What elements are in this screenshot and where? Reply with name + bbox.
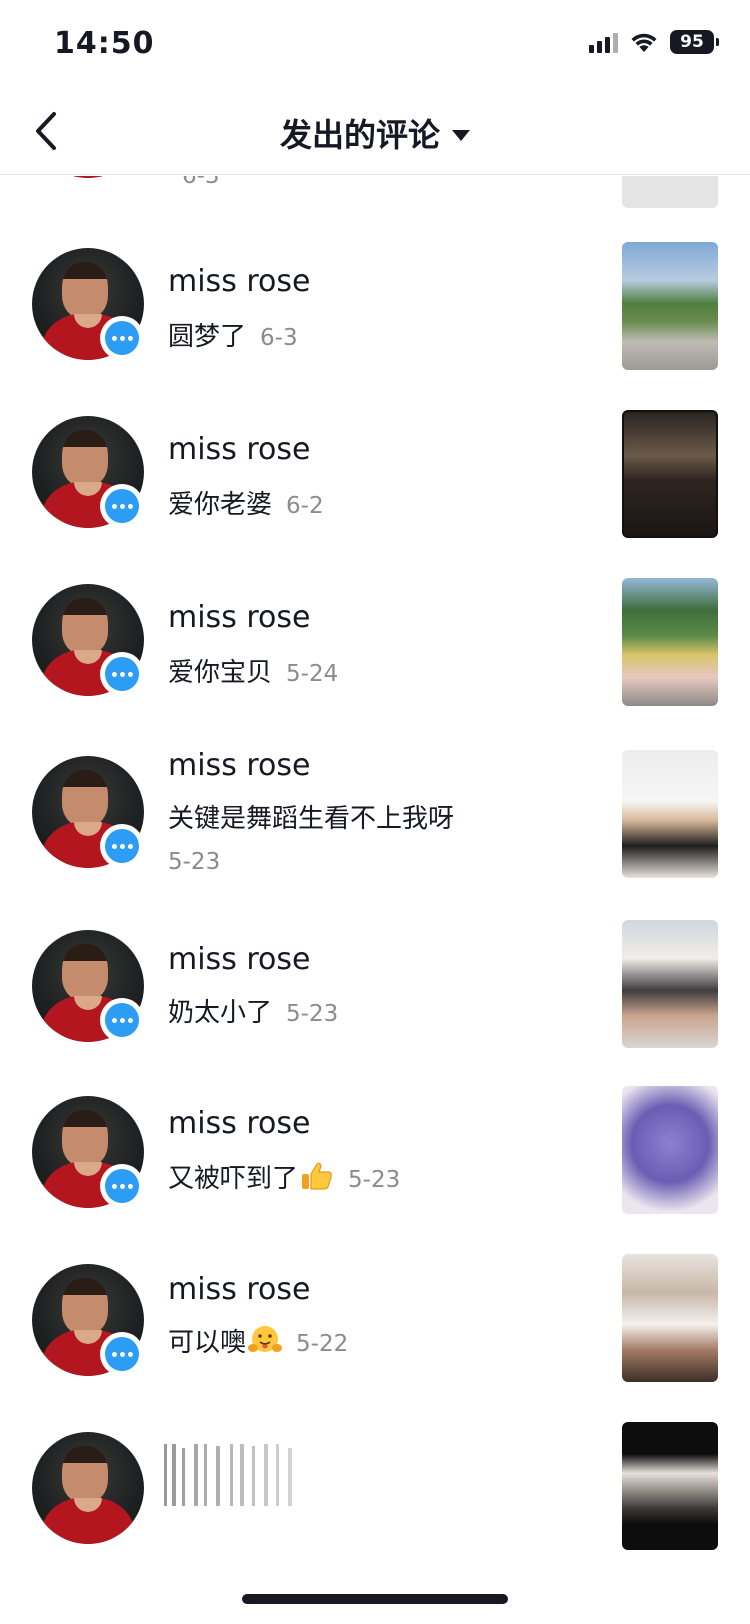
- comment-badge-icon: [100, 1332, 144, 1376]
- list-item[interactable]: miss rose 爱你宝贝 5-24: [0, 574, 750, 742]
- list-item[interactable]: 6-3: [0, 176, 750, 210]
- nav-bar: 发出的评论: [0, 90, 750, 175]
- status-bar: 14:50 95: [0, 0, 750, 90]
- comment-badge-icon: [100, 652, 144, 696]
- hug-face-icon: [248, 1324, 283, 1363]
- video-thumbnail[interactable]: [622, 920, 718, 1048]
- comment-date: 6-2: [286, 493, 324, 519]
- user-name[interactable]: miss rose: [168, 1106, 310, 1141]
- comment-date: 5-22: [296, 1331, 349, 1357]
- avatar[interactable]: [32, 1096, 144, 1208]
- thumbs-up-icon: [300, 1161, 334, 1198]
- comment-text: 爱你老婆 6-2: [168, 484, 324, 521]
- list-item[interactable]: miss rose 关键是舞蹈生看不上我呀 5-23: [0, 742, 750, 910]
- status-icons: 95: [589, 30, 719, 54]
- comment-text: 爱你宝贝 5-24: [168, 652, 338, 689]
- comment-date: 6-3: [182, 176, 220, 189]
- comment-date: 5-23: [286, 1001, 339, 1027]
- comment-date-line: 5-23: [168, 846, 220, 876]
- video-thumbnail[interactable]: [622, 1254, 718, 1382]
- wifi-icon: [630, 31, 658, 53]
- avatar[interactable]: [32, 756, 144, 868]
- video-thumbnail[interactable]: [622, 750, 718, 878]
- comment-badge-icon: [100, 316, 144, 360]
- video-thumbnail[interactable]: [622, 1422, 718, 1550]
- comment-date: 5-23: [348, 1167, 401, 1193]
- battery-level: 95: [680, 32, 704, 52]
- comment-date: 5-23: [168, 849, 221, 875]
- avatar[interactable]: [32, 176, 144, 178]
- comment-text: 6-3: [168, 176, 220, 190]
- video-thumbnail[interactable]: [622, 578, 718, 706]
- avatar[interactable]: [32, 1432, 144, 1544]
- home-indicator[interactable]: [242, 1594, 508, 1604]
- comment-body: 爱你宝贝: [168, 658, 273, 688]
- title-dropdown[interactable]: 发出的评论: [0, 110, 750, 156]
- user-name[interactable]: miss rose: [168, 942, 310, 977]
- blurred-user-name: [160, 1438, 380, 1518]
- list-item[interactable]: miss rose 圆梦了 6-3: [0, 238, 750, 406]
- comment-body: 关键是舞蹈生看不上我呀: [168, 804, 455, 834]
- comment-body: 奶太小了: [168, 998, 273, 1028]
- user-name[interactable]: miss rose: [168, 264, 310, 299]
- comment-date: 6-3: [260, 325, 298, 351]
- user-name[interactable]: miss rose: [168, 600, 310, 635]
- comment-body: 可以噢: [168, 1328, 247, 1358]
- list-item[interactable]: miss rose 爱你老婆 6-2: [0, 406, 750, 574]
- comment-body: 圆梦了: [168, 322, 247, 352]
- user-name[interactable]: miss rose: [168, 432, 310, 467]
- list-item[interactable]: miss rose 又被吓到了 5-23: [0, 1086, 750, 1254]
- comment-text: 可以噢 5-22: [168, 1322, 348, 1363]
- avatar[interactable]: [32, 1264, 144, 1376]
- caret-down-icon: [452, 129, 470, 141]
- avatar[interactable]: [32, 416, 144, 528]
- comment-body: 爱你老婆: [168, 490, 273, 520]
- comment-text: 奶太小了 5-23: [168, 992, 338, 1029]
- video-thumbnail[interactable]: [622, 176, 718, 208]
- video-thumbnail[interactable]: [622, 410, 718, 538]
- comment-body: 又被吓到了: [168, 1164, 299, 1194]
- comment-text: 关键是舞蹈生看不上我呀: [168, 798, 454, 835]
- video-thumbnail[interactable]: [622, 242, 718, 370]
- list-item[interactable]: [0, 1422, 750, 1576]
- list-item[interactable]: miss rose 可以噢 5-22: [0, 1254, 750, 1422]
- user-name[interactable]: miss rose: [168, 748, 310, 783]
- signal-icon: [589, 31, 618, 53]
- comment-badge-icon: [100, 998, 144, 1042]
- avatar[interactable]: [32, 248, 144, 360]
- status-time: 14:50: [54, 26, 155, 61]
- page-title: 发出的评论: [279, 116, 440, 154]
- battery-icon: 95: [670, 30, 719, 54]
- video-thumbnail[interactable]: [622, 1086, 718, 1214]
- comment-badge-icon: [100, 1164, 144, 1208]
- avatar[interactable]: [32, 930, 144, 1042]
- comment-list[interactable]: 6-3 miss rose 圆梦了 6-3 miss rose 爱你老婆 6-2: [0, 176, 750, 1576]
- user-name[interactable]: miss rose: [168, 1272, 310, 1307]
- comment-badge-icon: [100, 484, 144, 528]
- comment-text: 又被吓到了 5-23: [168, 1158, 400, 1198]
- comment-text: 圆梦了 6-3: [168, 316, 298, 353]
- comment-badge-icon: [100, 824, 144, 868]
- list-item[interactable]: miss rose 奶太小了 5-23: [0, 920, 750, 1088]
- comment-date: 5-24: [286, 661, 339, 687]
- avatar[interactable]: [32, 584, 144, 696]
